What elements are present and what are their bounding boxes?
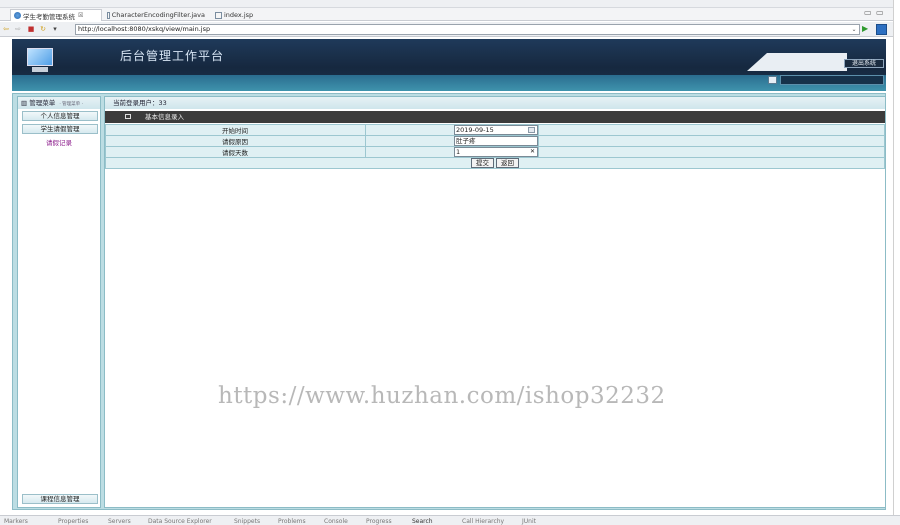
back-icon[interactable]: ⇦	[2, 25, 10, 33]
tab-markers[interactable]: Markers	[4, 518, 28, 525]
url-dropdown-icon[interactable]: ⌄	[850, 26, 858, 34]
stop-icon[interactable]: ■	[27, 25, 35, 33]
app-title: 后台管理工作平台	[120, 49, 225, 63]
tab-jsp-file[interactable]: index.jsp	[212, 9, 260, 21]
section-header: 基本信息录入	[105, 111, 885, 123]
form-cell: 肚子疼	[365, 135, 539, 147]
form-buttons-row: 提交 返回	[105, 157, 885, 169]
close-icon[interactable]: ☒	[78, 12, 83, 19]
submit-button[interactable]: 提交	[470, 158, 494, 168]
browser-menu-icon[interactable]	[876, 24, 887, 35]
globe-icon	[14, 12, 21, 19]
chevron-down-icon[interactable]: ▾	[51, 25, 59, 33]
days-value: 1	[456, 148, 461, 156]
reason-input[interactable]: 肚子疼	[454, 136, 538, 146]
days-input[interactable]: 1 ✕	[454, 147, 538, 157]
tab-junit[interactable]: JUnit	[522, 518, 536, 525]
start-date-label: 开始时间	[105, 124, 366, 136]
monitor-logo-icon	[24, 45, 56, 75]
reason-label: 请假原因	[105, 135, 366, 147]
tab-search[interactable]: Search	[412, 518, 433, 525]
form-cell: 2019-09-15	[365, 124, 539, 136]
current-user-label: 当前登录用户：33	[113, 99, 167, 107]
sidebar-item-personal-info[interactable]: 个人信息管理	[22, 111, 98, 121]
days-label: 请假天数	[105, 146, 366, 158]
clear-icon[interactable]: ✕	[530, 148, 535, 156]
app-header: 后台管理工作平台 退出系统	[12, 39, 886, 91]
form-buttons-cell: 提交 返回	[105, 157, 885, 169]
sidebar-item-leave-management[interactable]: 学生请假管理	[22, 124, 98, 134]
sidebar-title: 管理菜单	[29, 99, 56, 107]
jsp-file-icon	[215, 11, 222, 19]
main-content: 当前登录用户：33 基本信息录入 开始时间 2019-09-15 请假原因 肚子…	[104, 96, 886, 508]
tab-browser-label: 学生考勤管理系统	[23, 12, 75, 21]
tab-properties[interactable]: Properties	[58, 518, 88, 525]
logout-button[interactable]: 退出系统	[844, 59, 884, 68]
tab-browser[interactable]: 学生考勤管理系统 ☒	[10, 9, 102, 21]
form-row: 开始时间 2019-09-15	[105, 124, 885, 136]
tab-data-source-explorer[interactable]: Data Source Explorer	[148, 518, 212, 525]
start-date-value: 2019-09-15	[456, 126, 494, 134]
current-user-bar: 当前登录用户：33	[105, 97, 885, 109]
user-info-box	[780, 75, 884, 85]
form-row: 请假原因 肚子疼	[105, 135, 885, 147]
tab-progress[interactable]: Progress	[366, 518, 392, 525]
bottom-view-tabs: Markers Properties Servers Data Source E…	[0, 515, 900, 525]
header-decoration	[747, 53, 847, 71]
sidebar-item-course-management[interactable]: 课程信息管理	[22, 494, 98, 504]
watermark: https://www.huzhan.com/ishop32232	[218, 383, 666, 409]
back-button[interactable]: 返回	[496, 158, 520, 168]
tab-call-hierarchy[interactable]: Call Hierarchy	[462, 518, 504, 525]
form-cell-empty	[538, 124, 885, 136]
sidebar-link-leave-records[interactable]: 请假记录	[18, 137, 100, 147]
section-icon	[125, 114, 131, 119]
forward-icon[interactable]: ⇨	[14, 25, 22, 33]
editor-tab-bar: 学生考勤管理系统 ☒ CharacterEncodingFilter.java …	[0, 8, 900, 21]
section-title: 基本信息录入	[145, 113, 184, 121]
leave-form: 开始时间 2019-09-15 请假原因 肚子疼 请假天数 1 ✕ 提交 返回	[105, 124, 885, 169]
refresh-icon[interactable]: ↻	[39, 25, 47, 33]
menu-icon: ▥	[21, 99, 28, 107]
toolbar-strip	[0, 0, 900, 8]
sidebar-header: ▥ 管理菜单 · 管理菜单 ·	[18, 97, 100, 109]
sidebar: ▥ 管理菜单 · 管理菜单 · 个人信息管理 学生请假管理 请假记录 课程信息管…	[17, 96, 101, 508]
tab-console[interactable]: Console	[324, 518, 348, 525]
url-input[interactable]: http://localhost:8080/xskq/view/main.jsp	[75, 24, 860, 35]
minimize-icon[interactable]: ▭	[864, 8, 872, 17]
tab-servers[interactable]: Servers	[108, 518, 131, 525]
user-icon	[768, 76, 777, 84]
tab-java-label: CharacterEncodingFilter.java	[111, 11, 205, 19]
form-cell: 1 ✕	[365, 146, 539, 158]
go-icon[interactable]: ▶	[862, 25, 870, 33]
start-date-input[interactable]: 2019-09-15	[454, 125, 538, 135]
header-band	[12, 75, 886, 91]
address-bar: ⇦ ⇨ ■ ↻ ▾ http://localhost:8080/xskq/vie…	[0, 22, 900, 37]
tab-problems[interactable]: Problems	[278, 518, 306, 525]
maximize-icon[interactable]: ▭	[876, 8, 884, 17]
form-cell-empty	[538, 146, 885, 158]
tab-snippets[interactable]: Snippets	[234, 518, 260, 525]
tab-jsp-label: index.jsp	[224, 11, 254, 19]
calendar-icon[interactable]	[528, 127, 535, 133]
window-right-edge	[893, 0, 900, 525]
tab-java-file[interactable]: CharacterEncodingFilter.java	[104, 9, 208, 21]
java-file-icon	[107, 11, 110, 19]
sidebar-subtitle: · 管理菜单 ·	[59, 102, 84, 107]
form-row: 请假天数 1 ✕	[105, 146, 885, 158]
form-cell-empty	[538, 135, 885, 147]
